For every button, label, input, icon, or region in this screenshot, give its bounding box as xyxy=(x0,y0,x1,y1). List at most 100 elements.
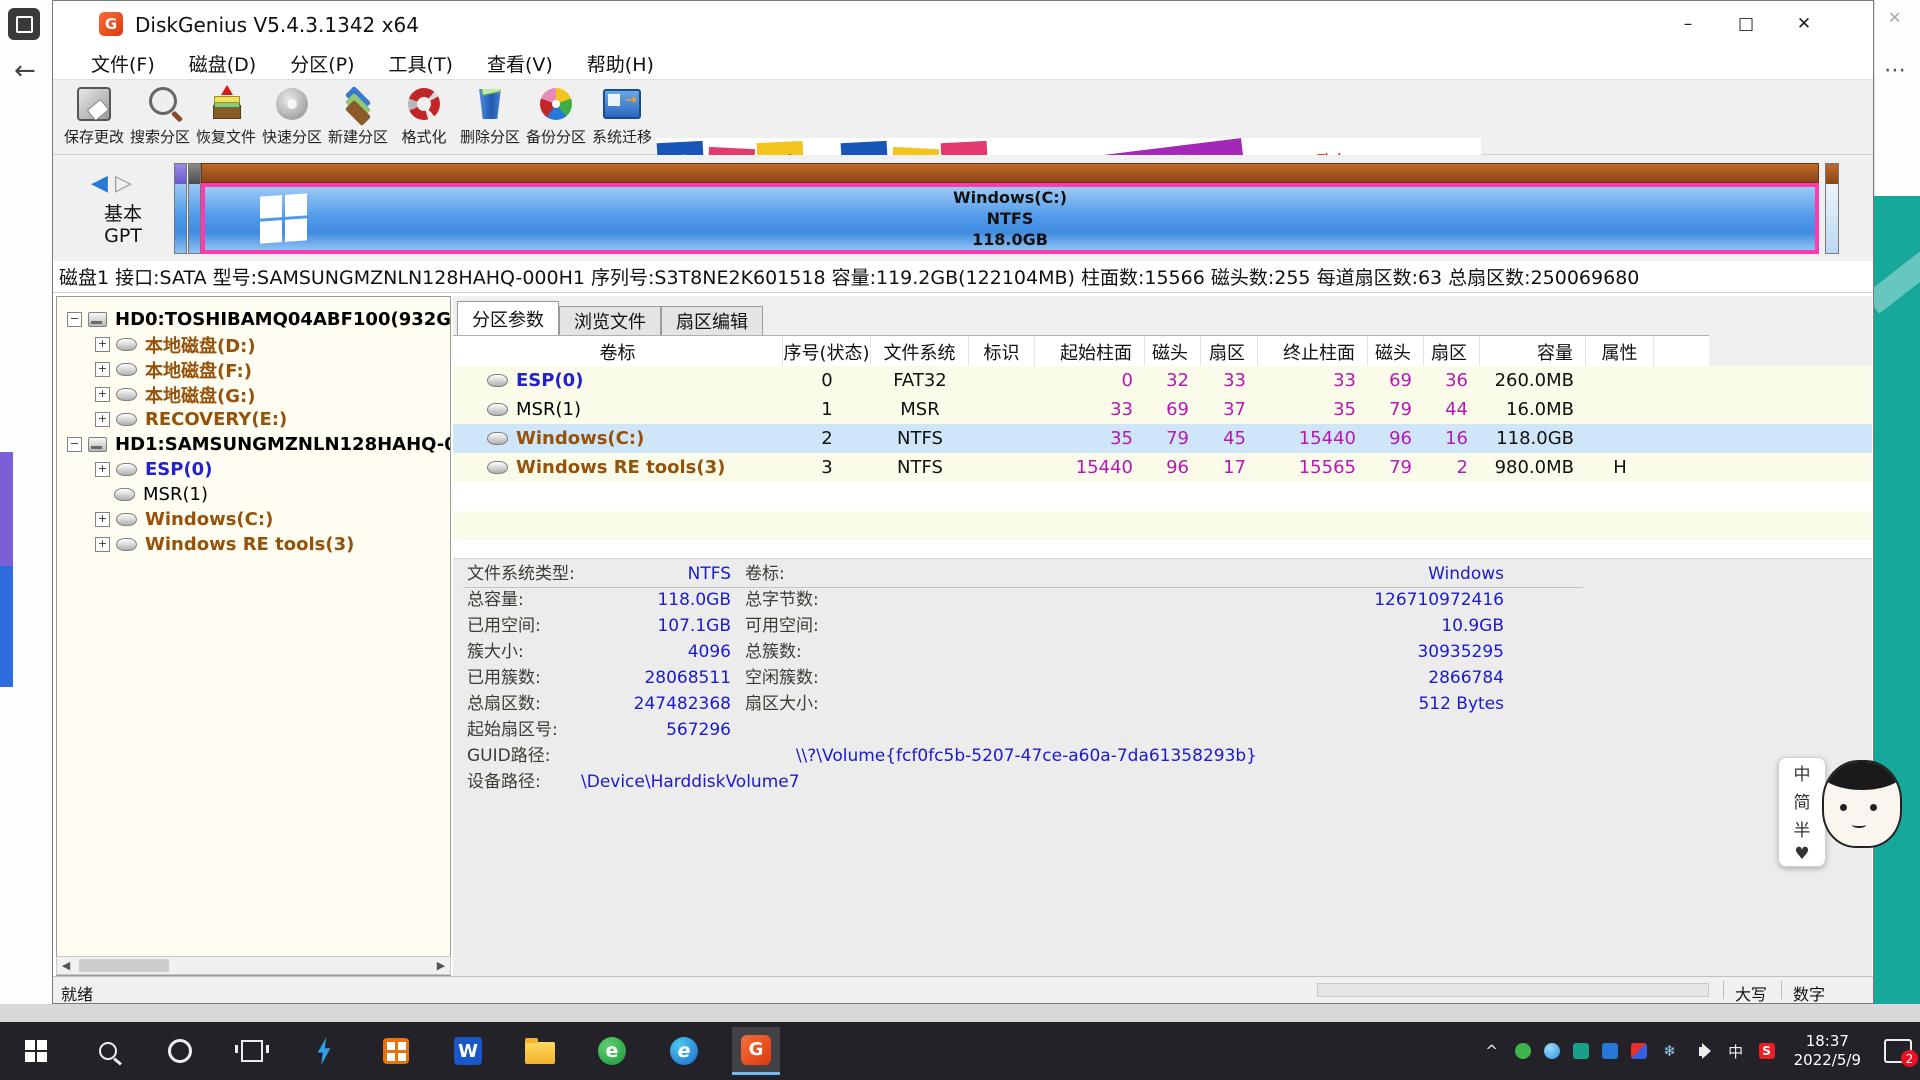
detail-label: 空闲簇数: xyxy=(745,667,819,689)
partition-block-windows-c[interactable]: Windows(C:) NTFS 118.0GB xyxy=(201,163,1819,254)
tree-expander-icon[interactable]: + xyxy=(95,412,110,427)
more-icon[interactable]: ⋯ xyxy=(1884,58,1906,83)
column-header-4[interactable]: 起始柱面 xyxy=(1035,336,1145,367)
back-arrow-icon[interactable]: ← xyxy=(14,56,36,86)
toolbar-button-4[interactable]: 新建分区 xyxy=(325,84,391,152)
column-header-1[interactable]: 序号(状态) xyxy=(783,336,871,367)
tree-item-1[interactable]: +本地磁盘(D:) xyxy=(95,332,256,357)
tray-expand-icon[interactable]: ^ xyxy=(1482,1041,1502,1061)
tree-horizontal-scrollbar[interactable]: ◀ ▶ xyxy=(56,956,451,975)
tray-ime-zh-icon[interactable]: 中 xyxy=(1726,1041,1746,1061)
tree-item-6[interactable]: +ESP(0) xyxy=(95,457,212,482)
column-header-3[interactable]: 标识 xyxy=(969,336,1035,367)
tree-item-9[interactable]: +Windows RE tools(3) xyxy=(95,532,354,557)
taskbar-search-icon[interactable] xyxy=(84,1027,132,1075)
ime-toolbar[interactable]: 中简半♥ xyxy=(1778,757,1826,867)
tree-expander-icon[interactable]: + xyxy=(95,387,110,402)
cortana-icon[interactable] xyxy=(156,1027,204,1075)
prev-disk-arrow-icon[interactable]: ◀ xyxy=(91,171,108,196)
close-button[interactable]: ✕ xyxy=(1775,1,1833,47)
column-header-5[interactable]: 磁头 xyxy=(1145,336,1201,367)
scroll-left-icon[interactable]: ◀ xyxy=(57,959,75,972)
tab-1[interactable]: 浏览文件 xyxy=(559,306,661,335)
column-header-10[interactable]: 容量 xyxy=(1480,336,1586,367)
task-view-icon[interactable] xyxy=(228,1027,276,1075)
tree-expander-icon[interactable]: + xyxy=(95,512,110,527)
tray-sogou-icon[interactable]: S xyxy=(1759,1043,1775,1059)
start-button[interactable] xyxy=(12,1027,60,1075)
store-app-icon[interactable] xyxy=(372,1027,420,1075)
tree-item-7[interactable]: MSR(1) xyxy=(95,482,208,507)
tray-green-icon[interactable] xyxy=(1515,1043,1531,1059)
notification-center-icon[interactable]: 2 xyxy=(1884,1039,1912,1063)
background-close-icon[interactable]: ✕ xyxy=(1888,8,1901,27)
tray-netdisk-icon[interactable] xyxy=(1602,1043,1618,1059)
column-header-9[interactable]: 扇区 xyxy=(1424,336,1480,367)
detail-value: 567296 xyxy=(581,719,731,741)
table-row-1[interactable]: MSR(1)1MSR33693735794416.0MB xyxy=(453,395,1872,424)
detail-label: 扇区大小: xyxy=(745,693,819,715)
toolbar-button-7[interactable]: 备份分区 xyxy=(523,84,589,152)
partition-block-msr[interactable] xyxy=(188,163,201,254)
toolbar-button-8[interactable]: 系统迁移 xyxy=(589,84,655,152)
tree-item-3[interactable]: +本地磁盘(G:) xyxy=(95,382,255,407)
toolbar-button-1[interactable]: 搜索分区 xyxy=(127,84,193,152)
table-row-2[interactable]: Windows(C:)2NTFS357945154409616118.0GB xyxy=(453,424,1872,453)
toolbar-button-0[interactable]: 保存更改 xyxy=(61,84,127,152)
toolbar-button-3[interactable]: 快速分区 xyxy=(259,84,325,152)
tab-0[interactable]: 分区参数 xyxy=(457,301,559,335)
partition-block-esp[interactable] xyxy=(174,163,187,254)
tab-2[interactable]: 扇区编辑 xyxy=(661,306,763,335)
tray-red-blue-icon[interactable] xyxy=(1631,1043,1647,1059)
tree-expander-icon[interactable]: − xyxy=(67,312,82,327)
table-row-3[interactable]: Windows RE tools(3)3NTFS1544096171556579… xyxy=(453,453,1872,482)
column-header-2[interactable]: 文件系统 xyxy=(871,336,969,367)
status-caps: 大写 xyxy=(1735,981,1767,1005)
tray-teal-icon[interactable] xyxy=(1573,1043,1589,1059)
column-header-8[interactable]: 磁头 xyxy=(1368,336,1424,367)
toolbar-button-5[interactable]: 格式化 xyxy=(391,84,457,152)
tree-expander-icon[interactable]: + xyxy=(95,337,110,352)
tree-item-label: Windows(C:) xyxy=(145,509,273,530)
tree-item-2[interactable]: +本地磁盘(F:) xyxy=(95,357,252,382)
menu-item-1[interactable]: 磁盘(D) xyxy=(189,50,256,77)
column-header-11[interactable]: 属性 xyxy=(1586,336,1654,367)
toolbar-button-2[interactable]: 恢复文件 xyxy=(193,84,259,152)
partition-block-re-tools[interactable] xyxy=(1825,163,1839,254)
tree-item-8[interactable]: + Windows(C:) xyxy=(95,507,273,532)
tree-expander-icon[interactable]: − xyxy=(67,437,82,452)
menu-item-2[interactable]: 分区(P) xyxy=(290,50,354,77)
word-app-icon[interactable]: W xyxy=(444,1027,492,1075)
tray-volume-icon[interactable] xyxy=(1693,1041,1713,1061)
green-browser-icon[interactable]: e xyxy=(588,1027,636,1075)
tree-item-0[interactable]: −HD0:TOSHIBAMQ04ABF100(932GB) xyxy=(67,307,451,332)
lightning-app-icon[interactable] xyxy=(300,1027,348,1075)
column-header-6[interactable]: 扇区 xyxy=(1201,336,1258,367)
column-header-7[interactable]: 终止柱面 xyxy=(1258,336,1368,367)
tree-expander-icon[interactable]: + xyxy=(95,537,110,552)
edge-browser-icon[interactable]: e xyxy=(660,1027,708,1075)
diskgenius-taskbar-icon[interactable]: G xyxy=(732,1027,780,1075)
column-header-0[interactable]: 卷标 xyxy=(453,336,783,367)
maximize-button[interactable]: □ xyxy=(1717,1,1775,47)
taskbar-clock[interactable]: 18:37 2022/5/9 xyxy=(1794,1032,1861,1070)
table-row-0[interactable]: ESP(0)0FAT3203233336936260.0MB xyxy=(453,366,1872,395)
menu-item-4[interactable]: 查看(V) xyxy=(487,50,553,77)
tree-expander-icon[interactable]: + xyxy=(95,362,110,377)
tree-item-4[interactable]: +RECOVERY(E:) xyxy=(95,407,287,432)
file-explorer-icon[interactable] xyxy=(516,1027,564,1075)
next-disk-arrow-icon[interactable]: ▷ xyxy=(115,171,132,196)
tree-expander-icon[interactable]: + xyxy=(95,462,110,477)
menu-item-3[interactable]: 工具(T) xyxy=(389,50,453,77)
tree-item-5[interactable]: −HD1:SAMSUNGMZNLN128HAHQ-000 xyxy=(67,432,451,457)
scrollbar-thumb[interactable] xyxy=(79,959,169,972)
cell xyxy=(1586,395,1654,424)
disk-scheme-label: GPT xyxy=(73,225,173,247)
tray-qq-icon[interactable] xyxy=(1544,1043,1560,1059)
menu-item-0[interactable]: 文件(F) xyxy=(91,50,155,77)
scroll-right-icon[interactable]: ▶ xyxy=(432,959,450,972)
toolbar-button-6[interactable]: 删除分区 xyxy=(457,84,523,152)
tray-snowflake-icon[interactable]: ❄ xyxy=(1660,1041,1680,1061)
menu-item-5[interactable]: 帮助(H) xyxy=(587,50,654,77)
minimize-button[interactable]: – xyxy=(1659,1,1717,47)
